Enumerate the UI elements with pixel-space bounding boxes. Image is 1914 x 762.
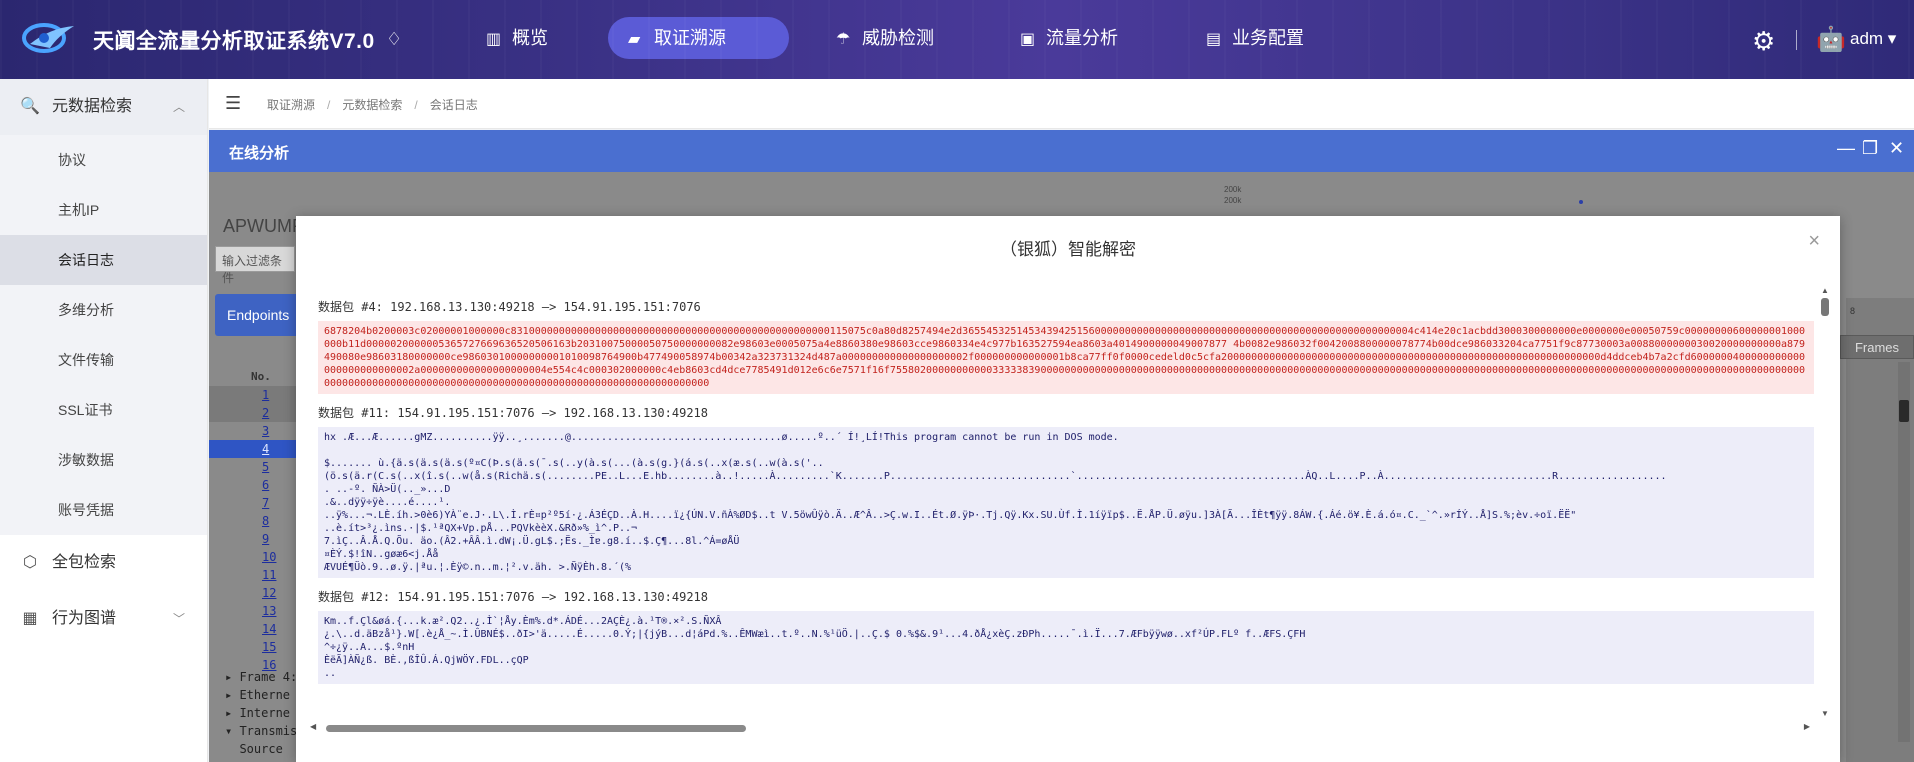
nav-label: 流量分析 [1046,28,1118,48]
chart-ticks: 200k 200k [1224,184,1241,206]
chevron-up-icon: ︿ [172,100,185,114]
chevron-down-icon: ﹀ [172,612,185,626]
packet-hex-content: 6878204b0200003c02000001000000c831000000… [318,321,1814,394]
axis-label: 8 [1850,306,1856,316]
nav-overview[interactable]: ▥ 概览 [466,17,568,59]
search-doc-icon: 🔍 [20,98,40,115]
sidebar-item-ssl[interactable]: SSL证书 [0,385,207,435]
sidebar-group-label: 元数据检索 [52,98,133,115]
tick-label: 200k [1224,185,1242,194]
nav-traffic-analysis[interactable]: ▣ 流量分析 [1000,17,1138,59]
menu-fold-icon[interactable]: ☰ [225,93,241,114]
column-header-no: No. [251,370,271,383]
logo-icon [22,23,74,53]
scroll-down-icon[interactable]: ▼ [1820,709,1830,718]
top-bar: 天阗全流量分析取证系统V7.0 ♢ ▥ 概览 ▰ 取证溯源 ☂ 威胁检测 ▣ 流量分析 … [0,0,1914,79]
sidebar-item-multidim[interactable]: 多维分析 [0,285,207,335]
sidebar: 🔍 元数据检索 ︿ 协议 主机IP 会话日志 多维分析 文件传输 SSL证书 涉… [0,79,208,762]
tick-label: 200k [1224,196,1242,205]
packet-detail-tree: ▸ Frame 4: ▸ Etherne ▸ Interne ▾ Transmi… [225,668,297,758]
image-icon: ▣ [1020,31,1036,48]
frames-button[interactable]: Frames [1840,335,1914,359]
nav-label: 威胁检测 [862,28,934,48]
app-title: 天阗全流量分析取证系统V7.0 [93,30,375,53]
minimize-icon[interactable]: — [1837,138,1855,159]
maximize-icon[interactable]: ❐ [1862,138,1878,159]
tree-node-label: Transmis [239,724,298,738]
tree-node[interactable]: ▸ Etherne [225,686,297,704]
decrypt-modal: （银狐）智能解密 × 数据包 #4: 192.168.13.130:49218 … [296,216,1840,762]
tree-node[interactable]: ▸ Interne [225,704,297,722]
nav-business-config[interactable]: ▤ 业务配置 [1186,17,1324,59]
robot-icon[interactable]: 🤖 [1816,25,1846,54]
sidebar-group-metadata[interactable]: 🔍 元数据检索 ︿ [0,79,207,135]
nav-label: 概览 [512,28,548,48]
vertical-scrollbar[interactable]: ▲ ▼ [1820,286,1830,718]
sidebar-item-session-log[interactable]: 会话日志 [0,235,207,285]
sidebar-item-host-ip[interactable]: 主机IP [0,185,207,235]
sidebar-group-label: 全包检索 [52,554,117,571]
chart-icon: ▥ [486,31,502,48]
tree-node-label: Interne [239,706,291,720]
cube-icon: ⬡ [23,554,37,571]
endpoints-button[interactable]: Endpoints [215,294,305,336]
scrollbar-thumb[interactable] [326,725,746,732]
close-icon[interactable]: × [1808,230,1820,253]
horizontal-scrollbar[interactable]: ◀ ▶ [310,722,1810,734]
panel-header: 在线分析 — ❐ ✕ [209,130,1914,172]
modal-title: （银狐）智能解密 [1000,240,1136,259]
user-menu[interactable]: adm ▾ [1850,29,1896,49]
diamond-icon[interactable]: ♢ [386,29,402,50]
nav-label: 业务配置 [1232,28,1304,48]
packet-ascii-content: hx .Æ...Æ......gMZ..........ÿÿ..¸.......… [318,427,1814,578]
close-icon[interactable]: ✕ [1889,138,1904,159]
divider [1796,30,1797,50]
tree-node-label: Source [225,742,283,756]
scrollbar-thumb[interactable] [1821,298,1829,316]
username: adm [1850,29,1884,48]
briefcase-icon: ▰ [628,31,641,48]
chart-point [1579,200,1583,204]
breadcrumb: 取证溯源 / 元数据检索 / 会话日志 [267,98,478,112]
scroll-right-icon[interactable]: ▶ [1804,722,1810,731]
tree-node-label: Frame 4: [239,670,298,684]
scroll-left-icon[interactable]: ◀ [310,722,316,731]
sidebar-group-label: 行为图谱 [52,610,117,627]
background-title: APWUMP [223,216,304,236]
breadcrumb-item: 会话日志 [429,98,478,112]
sidebar-group-behavior[interactable]: ▦ 行为图谱 ﹀ [0,591,207,647]
umbrella-icon: ☂ [836,31,851,48]
nav-threat-detection[interactable]: ☂ 威胁检测 [816,17,954,59]
scrollbar-thumb[interactable] [1899,400,1909,422]
breadcrumb-item[interactable]: 取证溯源 [267,98,315,112]
scroll-up-icon[interactable]: ▲ [1820,286,1830,295]
sidebar-item-sensitive[interactable]: 涉敏数据 [0,435,207,485]
breadcrumb-bar: ☰ 取证溯源 / 元数据检索 / 会话日志 [209,79,1914,129]
nav-forensics[interactable]: ▰ 取证溯源 [608,17,789,59]
packet-header: 数据包 #4: 192.168.13.130:49218 —> 154.91.1… [318,300,701,314]
sidebar-item-protocol[interactable]: 协议 [0,135,207,185]
breadcrumb-item[interactable]: 元数据检索 [342,98,402,112]
tree-node[interactable]: Source [225,740,297,758]
packet-header: 数据包 #12: 154.91.195.151:7076 —> 192.168.… [318,590,709,604]
gear-icon[interactable]: ⚙ [1752,26,1775,57]
sidebar-item-file-transfer[interactable]: 文件传输 [0,335,207,385]
packet-header: 数据包 #11: 154.91.195.151:7076 —> 192.168.… [318,406,709,420]
packet-ascii-content: Km..f.Çl&øá.{...k.æ².Q2..¿.Ì`¦Åy.Èm%.d*.… [318,611,1814,684]
nav-label: 取证溯源 [654,28,726,48]
tree-node[interactable]: ▾ Transmis [225,722,297,740]
tree-node[interactable]: ▸ Frame 4: [225,668,297,686]
sidebar-item-credentials[interactable]: 账号凭据 [0,485,207,535]
tree-node-label: Etherne [239,688,291,702]
packet-list: 数据包 #4: 192.168.13.130:49218 —> 154.91.1… [318,286,1814,730]
filter-input[interactable]: 输入过滤条件 [215,246,295,285]
panel-title: 在线分析 [229,145,290,162]
graph-icon: ▦ [22,610,38,627]
sidebar-group-fullpacket[interactable]: ⬡ 全包检索 [0,535,207,591]
doc-icon: ▤ [1206,31,1222,48]
